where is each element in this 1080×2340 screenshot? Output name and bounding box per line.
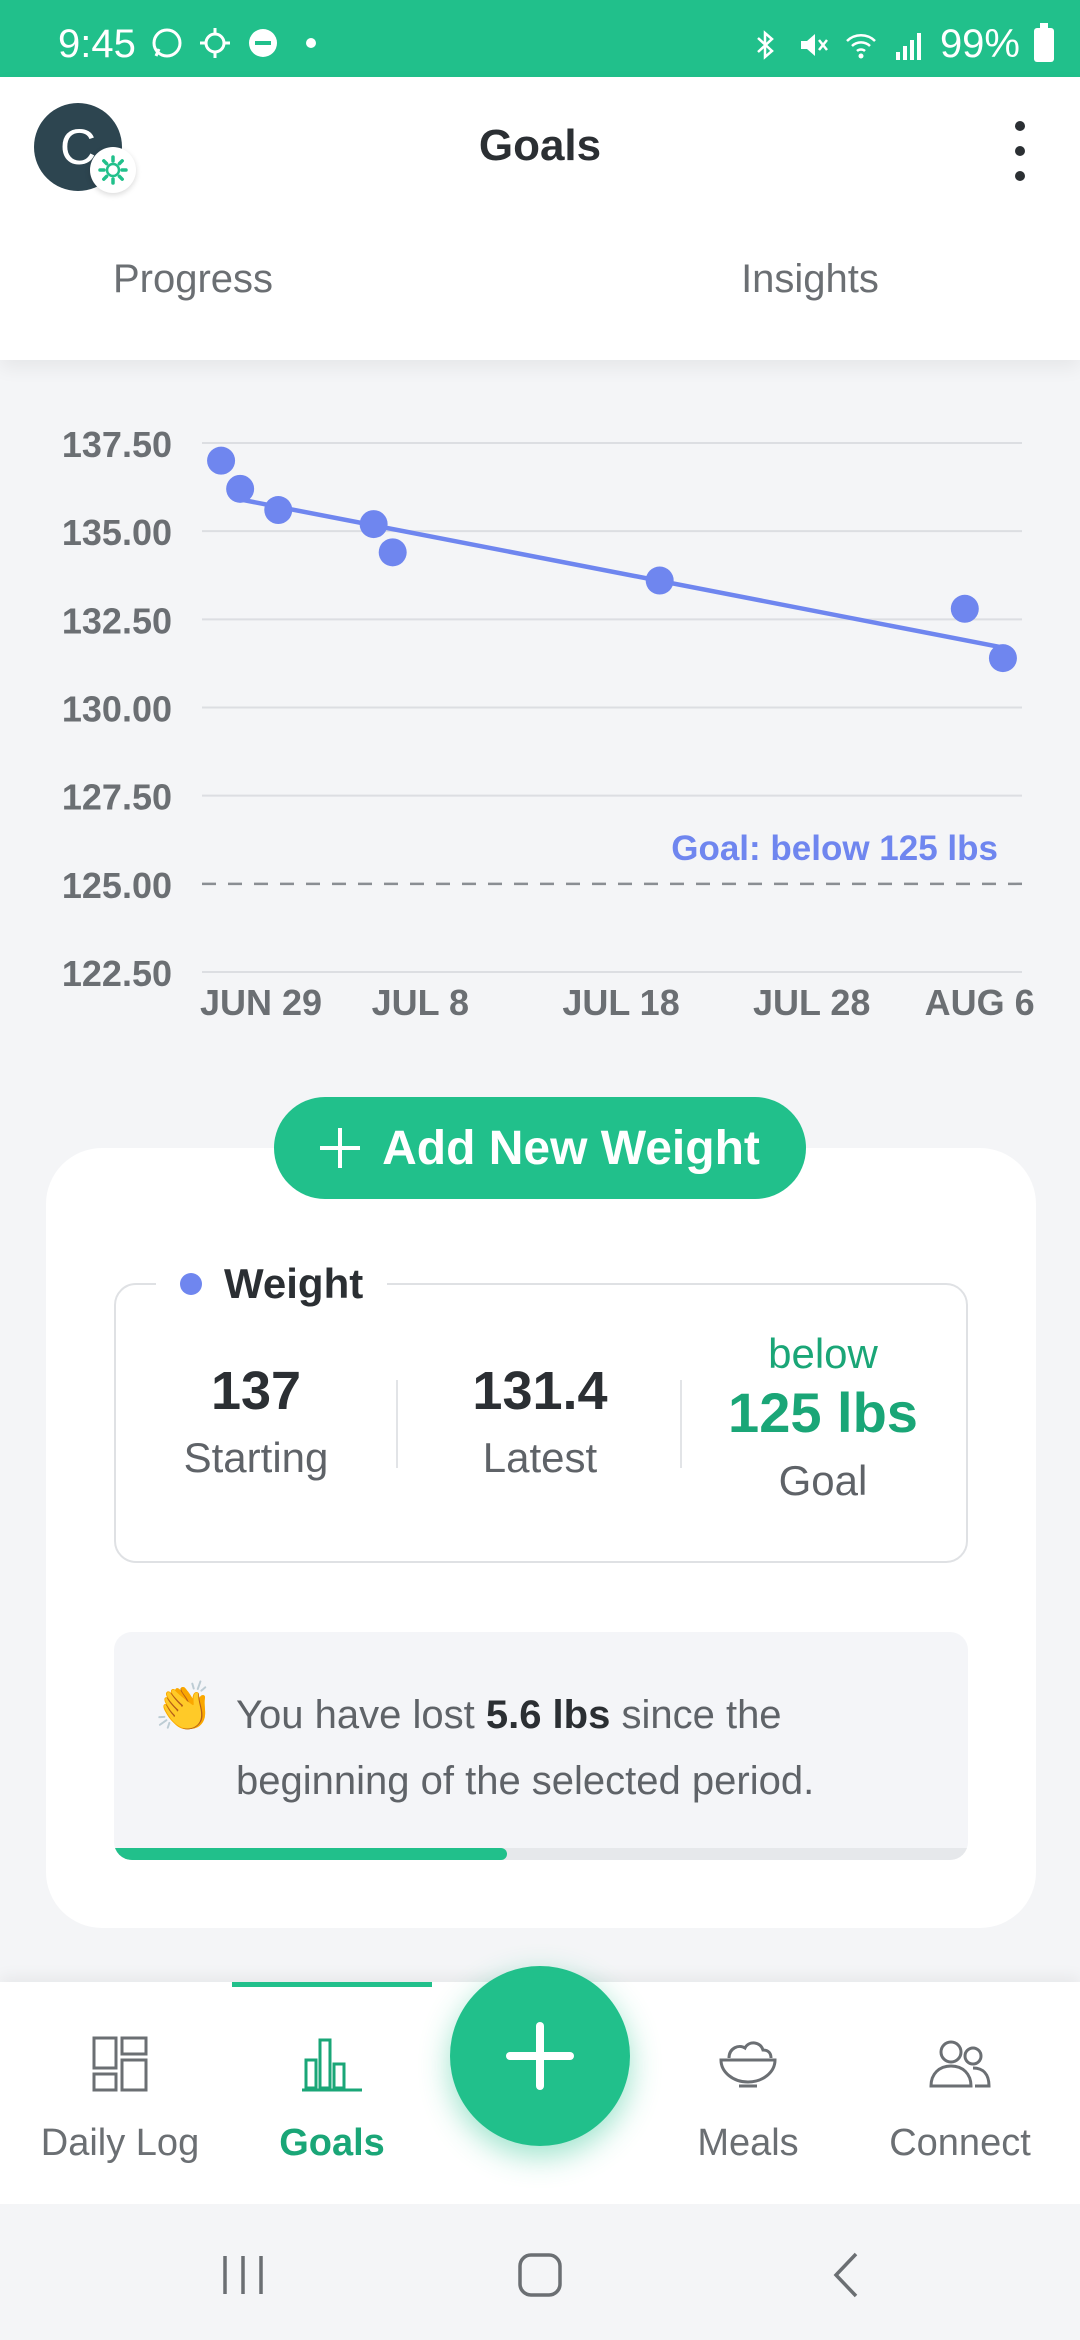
nav-connect[interactable]: Connect [860, 1982, 1060, 2204]
data-point [359, 510, 388, 539]
meals-bowl-icon [719, 2041, 777, 2088]
data-point [207, 446, 236, 475]
data-point [645, 566, 674, 595]
y-tick-label: 135.00 [62, 512, 172, 553]
nav-label-goals: Goals [279, 2122, 385, 2164]
starting-label: Starting [183, 1434, 329, 1481]
y-tick-label: 125.00 [62, 865, 172, 906]
data-point [264, 496, 293, 525]
legend-label: Weight [224, 1260, 364, 1307]
signal-icon [895, 32, 921, 60]
more-options-icon[interactable] [1000, 121, 1040, 181]
goal-label: Goal [778, 1457, 868, 1504]
plus-icon [320, 1128, 361, 1168]
nav-label-meals: Meals [697, 2122, 799, 2164]
battery-icon [1034, 22, 1054, 62]
mute-icon [800, 33, 828, 56]
do-not-disturb-icon [249, 29, 277, 57]
stat-starting: 137 Starting [121, 1360, 391, 1482]
weight-chart: 137.50 135.00 132.50 130.00 127.50 125.00 122.… [62, 424, 1035, 1023]
x-tick-label: JUL 28 [753, 982, 870, 1023]
status-time: 9:45 [58, 22, 136, 66]
x-tick-label: JUN 29 [200, 982, 322, 1023]
message-bold: 5.6 lbs [485, 1693, 611, 1737]
progress-bar [114, 1848, 968, 1860]
recent-apps-icon[interactable] [215, 2250, 271, 2300]
system-nav-bar [0, 2204, 1080, 2340]
goal-prefix: below [768, 1330, 878, 1377]
message-pre: You have lost [236, 1693, 486, 1737]
x-tick-label: AUG 6 [925, 982, 1035, 1023]
nav-goals[interactable]: Goals [232, 1982, 432, 2204]
trend-line [239, 497, 1004, 650]
divider [680, 1380, 682, 1468]
add-entry-fab[interactable] [450, 1966, 630, 2146]
divider [396, 1380, 398, 1468]
stat-goal: below 125 lbs Goal [688, 1330, 958, 1505]
page-title: Goals [478, 121, 602, 170]
nav-daily-log[interactable]: Daily Log [20, 1982, 220, 2204]
progress-message-box: 👏 You have lost 5.6 lbs since the beginn… [114, 1632, 968, 1860]
nav-label-daily-log: Daily Log [40, 2122, 200, 2164]
legend-dot [180, 1273, 202, 1295]
x-tick-label: JUL 8 [372, 982, 469, 1023]
y-tick-label: 127.50 [62, 777, 172, 818]
status-right: 99% [748, 22, 1054, 67]
latest-label: Latest [482, 1434, 598, 1481]
add-new-weight-label: Add New Weight [382, 1121, 760, 1175]
app-header: C Goals Progress Insights [0, 77, 1080, 360]
clapping-hands-icon: 👏 [154, 1681, 214, 1734]
whatsapp-icon [152, 28, 182, 58]
daily-log-icon [92, 2036, 148, 2092]
battery-percent: 99% [939, 22, 1020, 66]
x-tick-label: JUL 18 [562, 982, 679, 1023]
tab-progress[interactable]: Progress [0, 257, 463, 302]
status-bar: 9:45 99% [0, 0, 1080, 77]
data-point [950, 594, 979, 623]
home-icon[interactable] [515, 2250, 565, 2300]
nav-meals[interactable]: Meals [648, 1982, 848, 2204]
connect-people-icon [929, 2040, 991, 2088]
location-icon [200, 28, 230, 58]
back-icon[interactable] [826, 2250, 866, 2300]
dot-icon [306, 38, 316, 48]
goal-value: 125 lbs [728, 1381, 918, 1444]
stat-latest: 131.4 Latest [405, 1360, 675, 1482]
latest-value: 131.4 [472, 1361, 608, 1421]
progress-message: You have lost 5.6 lbs since the beginnin… [236, 1682, 936, 1814]
y-tick-label: 137.50 [62, 424, 172, 465]
y-tick-label: 132.50 [62, 600, 172, 641]
nav-label-connect: Connect [889, 2122, 1031, 2164]
data-point [226, 474, 255, 503]
status-left-icons [150, 26, 328, 60]
bluetooth-icon [757, 29, 774, 60]
tab-insights[interactable]: Insights [540, 257, 1080, 302]
goal-line-label: Goal: below 125 lbs [671, 829, 998, 868]
y-tick-label: 130.00 [62, 689, 172, 730]
y-tick-label: 122.50 [62, 953, 172, 994]
goals-chart-icon [302, 2038, 362, 2092]
wifi-icon [846, 33, 876, 58]
progress-bar-fill [114, 1848, 507, 1860]
weight-legend: Weight [156, 1260, 388, 1308]
data-point [378, 538, 407, 567]
data-point [988, 644, 1017, 673]
starting-value: 137 [210, 1361, 302, 1421]
add-new-weight-button[interactable]: Add New Weight [274, 1097, 806, 1199]
